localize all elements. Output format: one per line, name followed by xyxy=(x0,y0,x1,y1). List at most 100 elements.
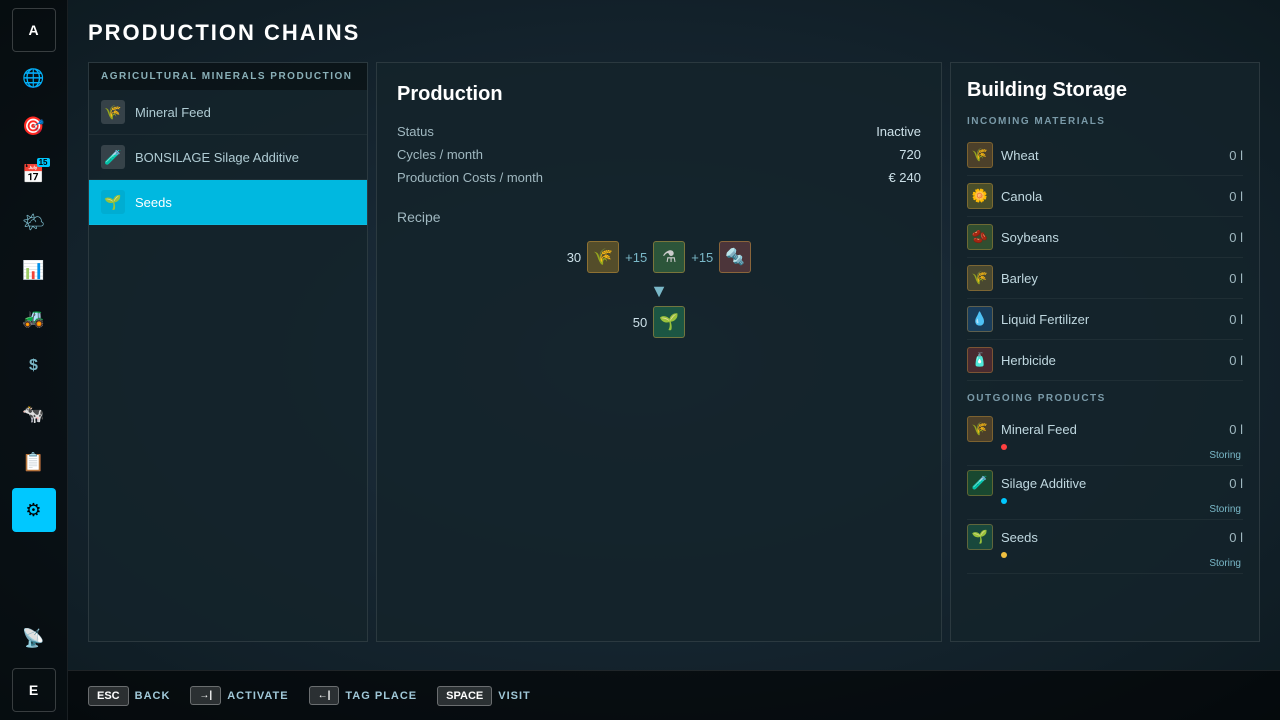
sidebar-item-steering[interactable]: 🎯 xyxy=(12,104,56,148)
sidebar-item-tasks[interactable]: 📋 xyxy=(12,440,56,484)
mineral-feed-icon: 🌾 xyxy=(101,100,125,124)
esc-key-btn[interactable]: ESC BACK xyxy=(88,686,170,706)
seeds-status-label: Storing xyxy=(967,558,1243,569)
status-value: Inactive xyxy=(876,124,921,139)
out-mineral-feed-val: 0 l xyxy=(1229,422,1243,437)
building-storage-title: Building Storage xyxy=(967,79,1243,102)
soybeans-val: 0 l xyxy=(1229,230,1243,245)
sidebar-item-a[interactable]: A xyxy=(12,8,56,52)
esc-label: BACK xyxy=(135,690,171,702)
output-icon: 🌱 xyxy=(653,306,685,338)
liquid-fert-name: Liquid Fertilizer xyxy=(1001,312,1229,327)
page-title: PRODUCTION CHAINS xyxy=(88,20,1260,46)
list-item-mineral-feed[interactable]: 🌾 Mineral Feed xyxy=(89,90,367,135)
incoming-header: INCOMING MATERIALS xyxy=(967,116,1243,127)
sidebar-item-chart[interactable]: 📊 xyxy=(12,248,56,292)
costs-row: Production Costs / month € 240 xyxy=(397,170,921,185)
wheat-val: 0 l xyxy=(1229,148,1243,163)
production-panel: Production Status Inactive Cycles / mont… xyxy=(376,62,942,642)
tag-label: TAG PLACE xyxy=(345,690,417,702)
tag-key-btn[interactable]: ←| TAG PLACE xyxy=(309,686,418,705)
activate-label: ACTIVATE xyxy=(227,690,288,702)
barley-icon: 🌾 xyxy=(967,265,993,291)
sidebar: A 🌐 🎯 📅 15 🌤 📊 🚜 $ 🐄 📋 ⚙ 📡 E xyxy=(0,0,68,720)
visit-key: SPACE xyxy=(437,686,492,706)
production-panel-title: Production xyxy=(397,83,921,106)
cycles-row: Cycles / month 720 xyxy=(397,147,921,162)
silage-status-label: Storing xyxy=(967,504,1243,515)
sidebar-item-calendar[interactable]: 📅 15 xyxy=(12,152,56,196)
visit-key-btn[interactable]: SPACE VISIT xyxy=(437,686,531,706)
canola-icon: 🌼 xyxy=(967,183,993,209)
mineral-feed-label: Mineral Feed xyxy=(135,105,211,120)
out-silage-name: Silage Additive xyxy=(1001,476,1229,491)
outgoing-seeds: 🌱 Seeds 0 l Storing xyxy=(967,520,1243,574)
production-list-panel: AGRICULTURAL MINERALS PRODUCTION 🌾 Miner… xyxy=(88,62,368,642)
activate-key: →| xyxy=(190,686,221,705)
sidebar-item-animals[interactable]: 🐄 xyxy=(12,392,56,436)
out-silage-icon: 🧪 xyxy=(967,470,993,496)
cycles-label: Cycles / month xyxy=(397,147,483,162)
outgoing-seeds-row: 🌱 Seeds 0 l xyxy=(967,524,1243,550)
liquid-fert-val: 0 l xyxy=(1229,312,1243,327)
storage-barley: 🌾 Barley 0 l xyxy=(967,258,1243,299)
recipe-output-row: 50 🌱 xyxy=(397,306,921,338)
storage-canola: 🌼 Canola 0 l xyxy=(967,176,1243,217)
outgoing-silage-row: 🧪 Silage Additive 0 l xyxy=(967,470,1243,496)
activate-key-btn[interactable]: →| ACTIVATE xyxy=(190,686,288,705)
herbicide-icon: 🧴 xyxy=(967,347,993,373)
building-storage-panel: Building Storage INCOMING MATERIALS 🌾 Wh… xyxy=(950,62,1260,642)
herbicide-name: Herbicide xyxy=(1001,353,1229,368)
seeds-icon: 🌱 xyxy=(101,190,125,214)
input-1-amount: 30 xyxy=(567,250,581,265)
status-row: Status Inactive xyxy=(397,124,921,139)
input-2-icon: ⚗ xyxy=(653,241,685,273)
costs-value: € 240 xyxy=(888,170,921,185)
liquid-fert-icon: 💧 xyxy=(967,306,993,332)
out-seeds-val: 0 l xyxy=(1229,530,1243,545)
outgoing-mineral-feed-row: 🌾 Mineral Feed 0 l xyxy=(967,416,1243,442)
storage-wheat: 🌾 Wheat 0 l xyxy=(967,135,1243,176)
bonsilage-icon: 🧪 xyxy=(101,145,125,169)
mineral-feed-status-label: Storing xyxy=(967,450,1243,461)
bonsilage-label: BONSILAGE Silage Additive xyxy=(135,150,299,165)
outgoing-header: OUTGOING PRODUCTS xyxy=(967,393,1243,404)
sidebar-item-comms[interactable]: 📡 xyxy=(12,616,56,660)
recipe-section: Recipe 30 🌾 +15 ⚗ +15 🔩 ▼ 50 🌱 xyxy=(397,209,921,338)
list-item-seeds[interactable]: 🌱 Seeds xyxy=(89,180,367,225)
barley-name: Barley xyxy=(1001,271,1229,286)
canola-name: Canola xyxy=(1001,189,1229,204)
storage-liquid-fert: 💧 Liquid Fertilizer 0 l xyxy=(967,299,1243,340)
seeds-label: Seeds xyxy=(135,195,172,210)
sidebar-item-e[interactable]: E xyxy=(12,668,56,712)
outgoing-section: OUTGOING PRODUCTS 🌾 Mineral Feed 0 l Sto… xyxy=(967,393,1243,574)
out-mineral-feed-icon: 🌾 xyxy=(967,416,993,442)
wheat-icon: 🌾 xyxy=(967,142,993,168)
main-content: PRODUCTION CHAINS AGRICULTURAL MINERALS … xyxy=(68,0,1280,720)
costs-label: Production Costs / month xyxy=(397,170,543,185)
out-mineral-feed-name: Mineral Feed xyxy=(1001,422,1229,437)
input-1-icon: 🌾 xyxy=(587,241,619,273)
cycles-value: 720 xyxy=(899,147,921,162)
soybeans-name: Soybeans xyxy=(1001,230,1229,245)
input-2-amount: +15 xyxy=(625,250,647,265)
sidebar-item-weather[interactable]: 🌤 xyxy=(12,200,56,244)
esc-key: ESC xyxy=(88,686,129,706)
barley-val: 0 l xyxy=(1229,271,1243,286)
sidebar-item-globe[interactable]: 🌐 xyxy=(12,56,56,100)
bottom-bar: ESC BACK →| ACTIVATE ←| TAG PLACE SPACE … xyxy=(68,670,1280,720)
status-label: Status xyxy=(397,124,434,139)
list-item-bonsilage[interactable]: 🧪 BONSILAGE Silage Additive xyxy=(89,135,367,180)
sidebar-item-money[interactable]: $ xyxy=(12,344,56,388)
sidebar-item-tractor[interactable]: 🚜 xyxy=(12,296,56,340)
sidebar-item-production[interactable]: ⚙ xyxy=(12,488,56,532)
recipe-inputs-row: 30 🌾 +15 ⚗ +15 🔩 xyxy=(397,241,921,273)
out-seeds-name: Seeds xyxy=(1001,530,1229,545)
outgoing-silage: 🧪 Silage Additive 0 l Storing xyxy=(967,466,1243,520)
out-seeds-icon: 🌱 xyxy=(967,524,993,550)
out-silage-val: 0 l xyxy=(1229,476,1243,491)
columns-container: AGRICULTURAL MINERALS PRODUCTION 🌾 Miner… xyxy=(88,62,1260,642)
list-header: AGRICULTURAL MINERALS PRODUCTION xyxy=(89,63,367,90)
visit-label: VISIT xyxy=(498,690,531,702)
tag-key: ←| xyxy=(309,686,340,705)
